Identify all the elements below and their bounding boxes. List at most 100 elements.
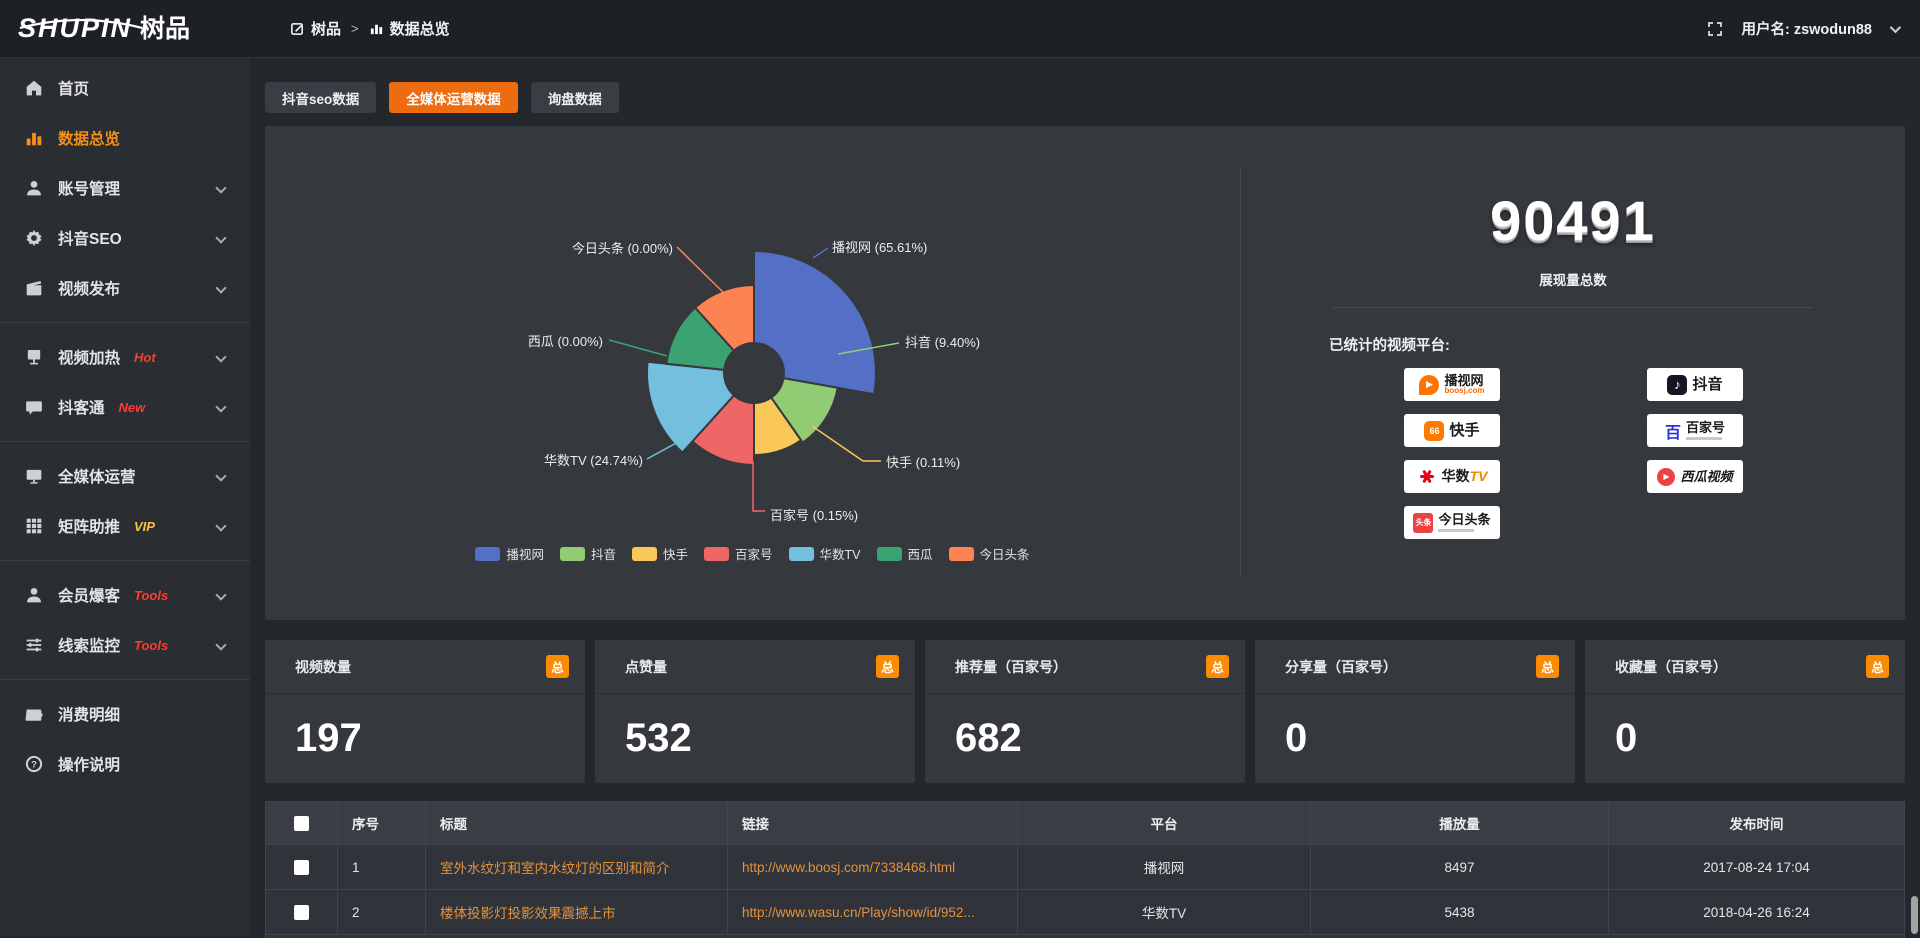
kuaishou-logo-icon: 66 (1424, 421, 1444, 441)
cell-link[interactable]: http://www.boosj.com/7338468.html (728, 845, 1018, 890)
pie-label: 今日头条 (0.00%) (572, 241, 673, 256)
tab-抖音seo数据[interactable]: 抖音seo数据 (265, 82, 376, 113)
legend-item-快手[interactable]: 快手 (632, 544, 688, 563)
heat-icon (25, 348, 43, 366)
pie-slice-播视网[interactable] (754, 251, 876, 394)
sidebar-item-monitor[interactable]: 全媒体运营 (0, 451, 250, 501)
chart-legend: 播视网抖音 快手百家号华数TV 西瓜 今日头条 (265, 544, 1240, 563)
stat-card: 收藏量（百家号） 总 0 (1585, 640, 1905, 783)
chevron-down-icon (215, 470, 226, 481)
cell-platform: 华数TV (1018, 890, 1311, 935)
scrollbar[interactable] (1911, 896, 1918, 934)
svg-text:?: ? (31, 759, 37, 770)
legend-label: 快手 (663, 544, 688, 563)
chevron-down-icon (215, 401, 226, 412)
total-badge[interactable]: 总 (1536, 655, 1559, 678)
sidebar-divider (0, 679, 250, 680)
total-badge[interactable]: 总 (876, 655, 899, 678)
legend-item-百家号[interactable]: 百家号 (704, 544, 773, 563)
rose-chart: 播视网 (65.61%)抖音 (9.40%)快手 (0.11%)百家号 (0.1… (265, 126, 1240, 620)
tab-全媒体运营数据[interactable]: 全媒体运营数据 (389, 82, 518, 113)
username[interactable]: 用户名: zswodun88 (1741, 18, 1872, 39)
sidebar-divider (0, 560, 250, 561)
row-checkbox[interactable] (294, 860, 309, 875)
legend-item-抖音[interactable]: 抖音 (560, 544, 616, 563)
platform-badge-baijiahao: 百百家号 (1647, 414, 1743, 447)
table-header-平台: 平台 (1018, 802, 1311, 845)
sidebar-item-label: 矩阵助推 (58, 515, 120, 537)
gear-icon (25, 229, 43, 247)
stat-card-header: 推荐量（百家号） 总 (925, 640, 1245, 694)
pie-label-line (609, 340, 667, 356)
sidebar-item-wallet[interactable]: 消费明细 (0, 689, 250, 739)
legend-item-今日头条[interactable]: 今日头条 (949, 544, 1030, 563)
platform-badge-boosj: ▶播视网boosj.com (1404, 368, 1500, 401)
sidebar-item-badge: Tools (134, 588, 168, 603)
monitor-icon (25, 467, 43, 485)
cell-title[interactable]: 楼体投影灯投影效果震撼上市 (426, 890, 728, 935)
chevron-down-icon[interactable] (1890, 21, 1901, 32)
sidebar-item-question[interactable]: ? 操作说明 (0, 739, 250, 789)
table-row: 1 室外水纹灯和室内水纹灯的区别和简介 http://www.boosj.com… (266, 845, 1905, 890)
total-badge[interactable]: 总 (1866, 655, 1889, 678)
select-all-checkbox[interactable] (294, 816, 309, 831)
sidebar-item-gear[interactable]: 抖音SEO (0, 213, 250, 263)
stat-card-value: 682 (925, 694, 1245, 761)
sidebar-item-home[interactable]: 首页 (0, 63, 250, 113)
sidebar-item-heat[interactable]: 视频加热Hot (0, 332, 250, 382)
member-icon (25, 586, 43, 604)
table-header-链接: 链接 (728, 802, 1018, 845)
sidebar-item-label: 视频发布 (58, 277, 120, 299)
total-badge[interactable]: 总 (1206, 655, 1229, 678)
table-header-发布时间: 发布时间 (1609, 802, 1905, 845)
platform-badge-xigua: ▶西瓜视频 (1647, 460, 1743, 493)
platform-grid: ▶播视网boosj.com66快手华数TV头条今日头条♪抖音百百家号▶西瓜视频 (1404, 368, 1905, 539)
stat-card: 分享量（百家号） 总 0 (1255, 640, 1575, 783)
sidebar-item-member[interactable]: 会员爆客Tools (0, 570, 250, 620)
douyin-logo-icon: ♪ (1667, 375, 1687, 395)
row-checkbox[interactable] (294, 905, 309, 920)
sidebar-item-clapper[interactable]: 视频发布 (0, 263, 250, 313)
chat-icon (25, 398, 43, 416)
stat-card-header: 收藏量（百家号） 总 (1585, 640, 1905, 694)
total-badge[interactable]: 总 (546, 655, 569, 678)
legend-item-播视网[interactable]: 播视网 (475, 544, 544, 563)
chevron-down-icon (215, 351, 226, 362)
sidebar-item-user[interactable]: 账号管理 (0, 163, 250, 213)
legend-item-华数TV[interactable]: 华数TV (789, 544, 861, 563)
legend-label: 今日头条 (980, 544, 1030, 563)
stat-card-value: 0 (1255, 694, 1575, 761)
sidebar-item-badge: Tools (134, 638, 168, 653)
edit-square-icon (290, 21, 305, 36)
sidebar-divider (0, 441, 250, 442)
sidebar-item-label: 操作说明 (58, 753, 120, 775)
breadcrumb-item-root[interactable]: 树品 (290, 18, 341, 39)
logo-suffix: 树品 (140, 17, 190, 42)
breadcrumb-item-current[interactable]: 数据总览 (369, 18, 450, 39)
pie-label: 播视网 (65.61%) (832, 240, 927, 255)
chevron-down-icon (215, 589, 226, 600)
pie-label: 抖音 (9.40%) (905, 335, 980, 350)
tab-询盘数据[interactable]: 询盘数据 (531, 82, 619, 113)
legend-item-西瓜[interactable]: 西瓜 (877, 544, 933, 563)
baijiahao-logo-icon: 百 (1665, 419, 1681, 443)
sidebar-item-bars[interactable]: 数据总览 (0, 113, 250, 163)
platforms-label: 已统计的视频平台: (1329, 334, 1905, 355)
fullscreen-icon[interactable] (1707, 21, 1723, 37)
platform-badge-wasu: 华数TV (1404, 460, 1500, 493)
stat-card-value: 197 (265, 694, 585, 761)
cell-index: 1 (338, 845, 426, 890)
sidebar-item-chat[interactable]: 抖客通New (0, 382, 250, 432)
sidebar-item-badge: Hot (134, 350, 156, 365)
cell-link[interactable]: http://www.wasu.cn/Play/show/id/952... (728, 890, 1018, 935)
sidebar-item-grid[interactable]: 矩阵助推VIP (0, 501, 250, 551)
cell-title[interactable]: 室外水纹灯和室内水纹灯的区别和简介 (426, 845, 728, 890)
pie-label: 华数TV (24.74%) (544, 453, 643, 468)
select-all-header (266, 802, 338, 845)
app-logo: SHUPIN 树品 (0, 15, 250, 42)
stat-card-label: 视频数量 (295, 657, 351, 677)
stat-cards: 视频数量 总 197 点赞量 总 532 推荐量（百家号） 总 682 分享量（… (265, 640, 1905, 783)
platform-column-right: ♪抖音百百家号▶西瓜视频 (1647, 368, 1743, 539)
sidebar-item-sliders[interactable]: 线索监控Tools (0, 620, 250, 670)
sidebar-item-label: 抖客通 (58, 396, 105, 418)
